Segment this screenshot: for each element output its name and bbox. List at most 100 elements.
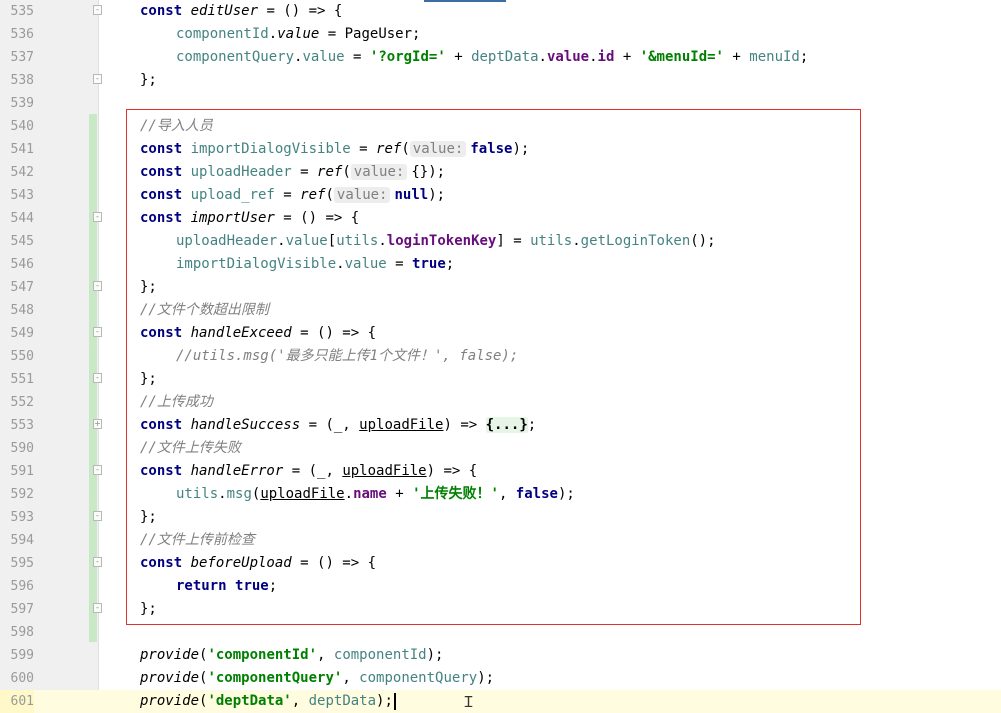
code-line[interactable]: 547 -}; [0, 276, 1001, 299]
fold-marker-icon[interactable]: - [93, 74, 102, 84]
code-token: ) => { [426, 463, 478, 479]
code-line[interactable]: 594 //文件上传前检查 [0, 529, 1001, 552]
code-token: . [336, 256, 345, 272]
code-line[interactable]: 552 //上传成功 [0, 391, 1001, 414]
code-line[interactable]: 542 const uploadHeader = ref(value: {}); [0, 161, 1001, 184]
code-text[interactable]: }; [140, 598, 157, 621]
code-token: ); [376, 693, 393, 709]
fold-marker-icon[interactable]: - [93, 373, 102, 383]
fold-marker-icon[interactable]: - [93, 327, 102, 337]
code-line[interactable]: 540 //导入人员 [0, 115, 1001, 138]
code-line[interactable]: 546 importDialogVisible.value = true; [0, 253, 1001, 276]
code-text[interactable]: componentQuery.value = '?orgId=' + deptD… [176, 46, 808, 69]
line-number: 538 [10, 73, 34, 88]
code-line[interactable]: 541 const importDialogVisible = ref(value… [0, 138, 1001, 161]
code-token: {}); [411, 164, 446, 180]
code-line[interactable]: 593 -}; [0, 506, 1001, 529]
fold-marker-icon[interactable]: + [93, 419, 102, 429]
code-text[interactable]: //上传成功 [140, 391, 213, 414]
fold-marker-icon[interactable]: - [93, 557, 102, 567]
fold-marker-icon[interactable]: - [93, 281, 102, 291]
line-number: 600 [10, 671, 34, 686]
code-token: . [378, 233, 387, 249]
code-token: loginTokenKey [386, 233, 497, 249]
code-text[interactable]: provide('deptData', deptData); [140, 690, 396, 713]
code-text[interactable]: //文件上传前检查 [140, 529, 255, 552]
code-token: uploadFile [260, 486, 345, 502]
code-token: , [291, 693, 309, 709]
line-number: 546 [10, 257, 34, 272]
code-line[interactable]: 549 - const handleExceed = () => { [0, 322, 1001, 345]
code-text[interactable]: utils.msg(uploadFile.name + '上传失败！', fal… [176, 483, 575, 506]
code-line[interactable]: 601 provide('deptData', deptData); [0, 690, 1001, 713]
code-line[interactable]: 539 [0, 92, 1001, 115]
code-token: = [344, 49, 370, 65]
fold-marker-icon[interactable]: - [93, 5, 102, 15]
code-text[interactable]: return true; [176, 575, 277, 598]
code-line[interactable]: 543 const upload_ref = ref(value: null); [0, 184, 1001, 207]
fold-marker-icon[interactable]: - [93, 511, 102, 521]
code-token: //文件个数超出限制 [140, 302, 269, 318]
code-line[interactable]: 596 return true; [0, 575, 1001, 598]
code-token: = [291, 164, 318, 180]
code-text[interactable]: const handleSuccess = (_, uploadFile) =>… [140, 414, 536, 437]
code-text[interactable]: provide('componentId', componentId); [140, 644, 443, 667]
code-line[interactable]: 590 //文件上传失败 [0, 437, 1001, 460]
code-text[interactable]: const editUser = () => { [140, 0, 342, 23]
code-line[interactable]: 536 componentId.value = PageUser; [0, 23, 1001, 46]
code-text[interactable]: const upload_ref = ref(value: null); [140, 184, 445, 207]
code-token: importDialogVisible [190, 141, 351, 157]
code-text[interactable]: }; [140, 69, 157, 92]
code-line[interactable]: 544 - const importUser = () => { [0, 207, 1001, 230]
code-text[interactable]: const beforeUpload = () => { [140, 552, 376, 575]
code-line[interactable]: 535 - const editUser = () => { [0, 0, 1001, 23]
code-text[interactable]: uploadHeader.value[utils.loginTokenKey] … [176, 230, 716, 253]
line-number: 598 [10, 625, 34, 640]
folded-code-block[interactable]: {...} [485, 417, 528, 433]
code-line[interactable]: 599 provide('componentId', componentId); [0, 644, 1001, 667]
code-text[interactable]: provide('componentQuery', componentQuery… [140, 667, 494, 690]
code-token: msg [226, 486, 252, 502]
code-text[interactable]: const importUser = () => { [140, 207, 359, 230]
code-line[interactable]: 597 -}; [0, 598, 1001, 621]
code-editor[interactable]: 535- const editUser = () => {536 component… [0, 0, 1001, 713]
code-text[interactable]: //文件个数超出限制 [140, 299, 269, 322]
code-token: = (_, [300, 417, 360, 433]
code-token: const [140, 463, 191, 479]
fold-marker-icon[interactable]: - [93, 465, 102, 475]
code-text[interactable]: //导入人员 [140, 115, 213, 138]
code-token: importUser [190, 210, 275, 226]
code-line[interactable]: 537 componentQuery.value = '?orgId=' + de… [0, 46, 1001, 69]
line-number: 536 [10, 27, 34, 42]
code-text[interactable]: }; [140, 506, 157, 529]
code-line[interactable]: 591 - const handleError = (_, uploadFile) … [0, 460, 1001, 483]
code-text[interactable]: componentId.value = PageUser; [176, 23, 420, 46]
code-token: provide [140, 693, 200, 709]
code-text[interactable]: //utils.msg('最多只能上传1个文件！', false); [176, 345, 518, 368]
code-line[interactable]: 553 + const handleSuccess = (_, uploadFile… [0, 414, 1001, 437]
code-line[interactable]: 598 [0, 621, 1001, 644]
code-line[interactable]: 545 uploadHeader.value[utils.loginTokenKe… [0, 230, 1001, 253]
fold-marker-icon[interactable]: - [93, 212, 102, 222]
code-text[interactable]: const handleError = (_, uploadFile) => { [140, 460, 477, 483]
code-line[interactable]: 600 provide('componentQuery', componentQu… [0, 667, 1001, 690]
code-line[interactable]: 548 //文件个数超出限制 [0, 299, 1001, 322]
code-line[interactable]: 592 utils.msg(uploadFile.name + '上传失败！', … [0, 483, 1001, 506]
code-token: getLoginToken [580, 233, 691, 249]
code-text[interactable]: }; [140, 368, 157, 391]
code-line[interactable]: 538 -}; [0, 69, 1001, 92]
code-text[interactable]: importDialogVisible.value = true; [176, 253, 454, 276]
fold-marker-icon[interactable]: - [93, 603, 102, 613]
code-token: //文件上传失败 [140, 440, 241, 456]
code-text[interactable]: const uploadHeader = ref(value: {}); [140, 161, 445, 184]
code-line[interactable]: 551 -}; [0, 368, 1001, 391]
code-line[interactable]: 550 //utils.msg('最多只能上传1个文件！', false); [0, 345, 1001, 368]
code-line[interactable]: 595 - const beforeUpload = () => { [0, 552, 1001, 575]
code-text[interactable]: const importDialogVisible = ref(value: fa… [140, 138, 529, 161]
code-token: ; [527, 417, 537, 433]
code-text[interactable]: }; [140, 276, 157, 299]
code-token: ); [512, 141, 530, 157]
code-text[interactable]: //文件上传失败 [140, 437, 241, 460]
code-token: componentId [333, 647, 427, 663]
code-text[interactable]: const handleExceed = () => { [140, 322, 376, 345]
